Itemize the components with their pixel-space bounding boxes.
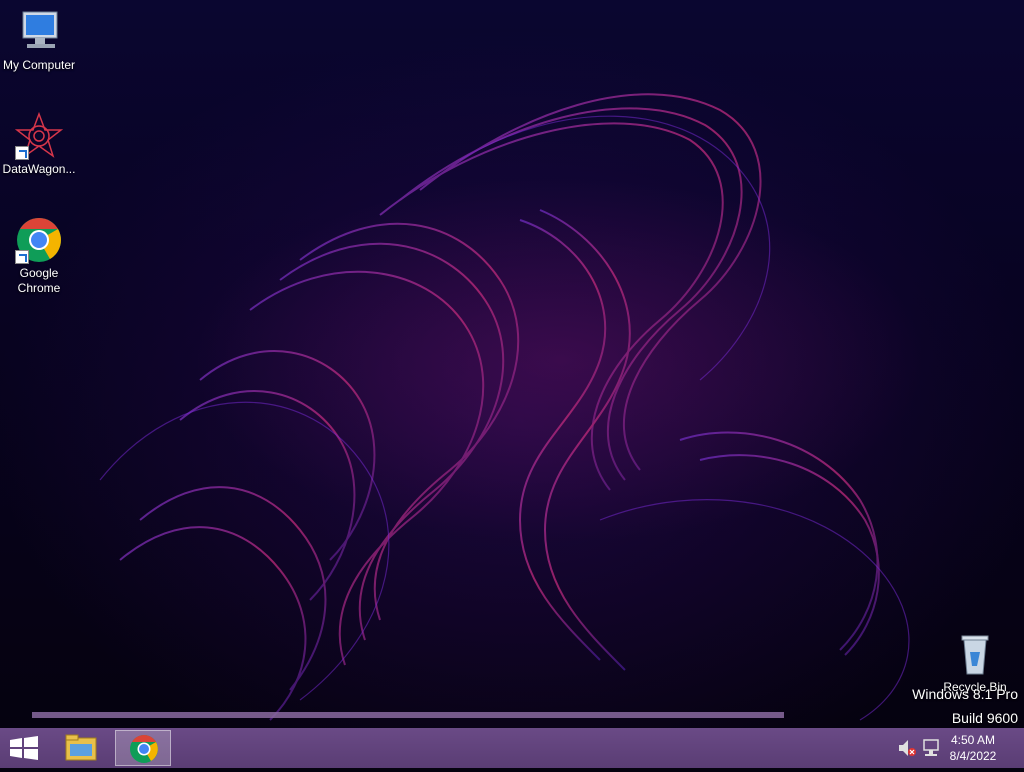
taskbar: 4:50 AM 8/4/2022 bbox=[0, 728, 1024, 768]
file-explorer-icon bbox=[65, 734, 97, 761]
recycle-bin-icon bbox=[951, 630, 999, 678]
os-watermark-build: Build 9600 bbox=[951, 710, 1018, 726]
shortcut-arrow-icon bbox=[15, 146, 29, 160]
desktop-icon-datawagon[interactable]: DataWagon... bbox=[0, 111, 78, 177]
desktop-icon-google-chrome[interactable]: Google Chrome bbox=[0, 216, 78, 296]
shortcut-arrow-icon bbox=[15, 250, 29, 264]
system-tray bbox=[892, 728, 942, 768]
desktop-icon-label: Google Chrome bbox=[17, 266, 61, 295]
volume-muted-icon[interactable] bbox=[896, 728, 918, 768]
taskbar-google-chrome[interactable] bbox=[115, 730, 171, 766]
clock-date: 8/4/2022 bbox=[949, 749, 997, 763]
chrome-icon bbox=[130, 735, 158, 763]
wallpaper-waves bbox=[99, 93, 910, 721]
clock-time: 4:50 AM bbox=[950, 733, 996, 747]
taskbar-clock[interactable]: 4:50 AM 8/4/2022 bbox=[938, 732, 1008, 764]
start-button[interactable] bbox=[8, 736, 40, 760]
taskbar-file-explorer[interactable] bbox=[54, 730, 110, 766]
desktop-icon-label: My Computer bbox=[2, 58, 76, 72]
chrome-icon bbox=[15, 216, 63, 264]
desktop-icon-label: DataWagon... bbox=[2, 162, 76, 176]
computer-icon bbox=[15, 8, 63, 56]
desktop-icon-my-computer[interactable]: My Computer bbox=[0, 8, 78, 73]
os-watermark-edition: Windows 8.1 Pro bbox=[912, 686, 1018, 702]
datawagon-icon bbox=[14, 111, 64, 160]
desktop: My Computer DataWagon... Google Chrome R… bbox=[0, 0, 1024, 728]
windows-logo-icon bbox=[10, 736, 38, 760]
overlay-bar bbox=[32, 712, 784, 718]
